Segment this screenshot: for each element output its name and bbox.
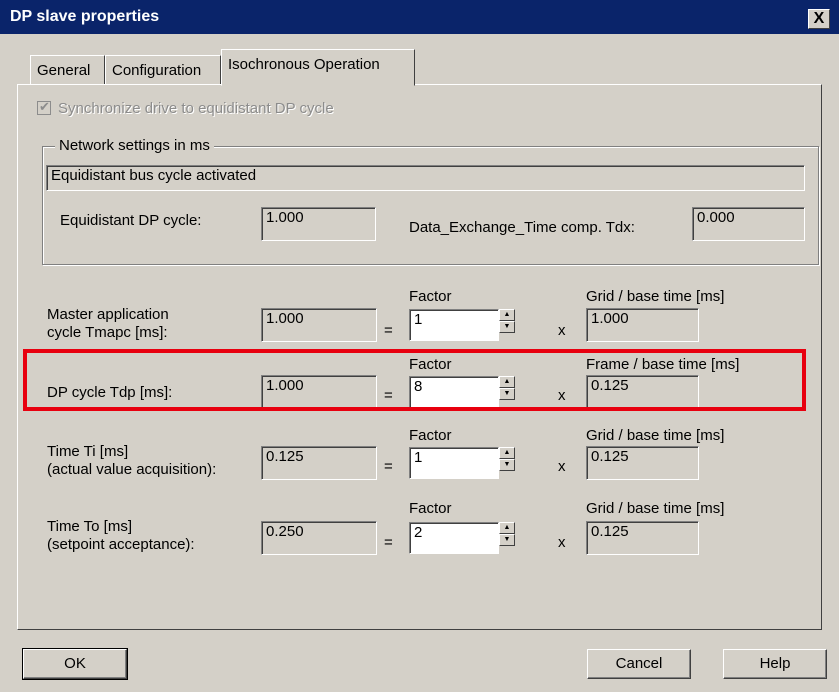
help-button[interactable]: Help [723,649,827,679]
tab-configuration-label: Configuration [112,62,202,79]
cancel-button[interactable]: Cancel [587,649,691,679]
ok-button[interactable]: OK [22,648,128,680]
tab-configuration[interactable]: Configuration [105,55,221,85]
highlight-box [23,349,806,411]
window-title: DP slave properties [10,8,160,25]
close-icon: X [813,10,825,27]
tab-general-label: General [37,62,91,79]
tab-isochronous-operation-label: Isochronous Operation [228,56,380,73]
tab-isochronous-operation[interactable]: Isochronous Operation [221,49,415,86]
close-button[interactable]: X [808,9,830,29]
tab-general[interactable]: General [30,55,105,85]
